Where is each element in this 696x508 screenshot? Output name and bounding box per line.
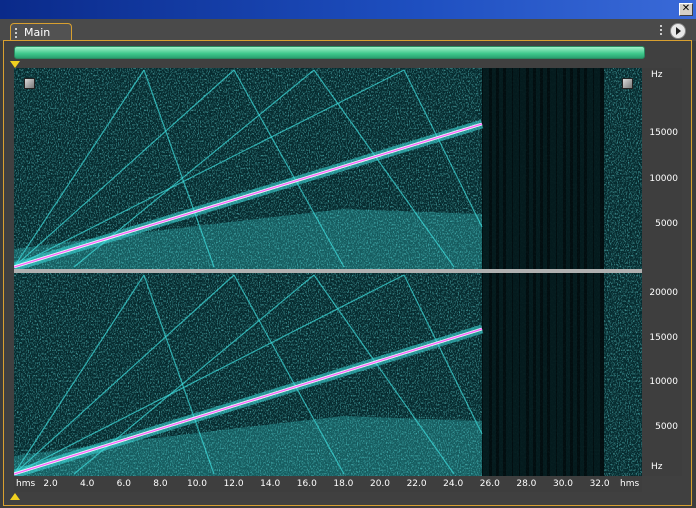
freq-tick: 10000	[649, 377, 678, 387]
hz-unit-top: Hz	[651, 70, 663, 80]
time-tick: 22.0	[406, 479, 427, 489]
grip-icon[interactable]	[15, 28, 21, 38]
play-circle-icon[interactable]	[670, 23, 686, 39]
time-tick: 10.0	[186, 479, 208, 489]
top-channel	[14, 68, 642, 272]
hz-unit-bottom: Hz	[651, 462, 663, 472]
time-tick: 18.0	[333, 479, 354, 489]
bottom-channel	[14, 273, 642, 476]
title-bar: ✕	[0, 0, 696, 19]
time-tick: 4.0	[80, 479, 95, 489]
spectral-display[interactable]	[14, 68, 642, 476]
tab-label: Main	[24, 26, 51, 39]
time-tick: 16.0	[296, 479, 317, 489]
zoom-corner-left[interactable]	[24, 78, 35, 89]
time-unit-left: hms	[16, 479, 36, 489]
playhead-bottom-marker[interactable]	[10, 493, 20, 500]
playhead-top-marker[interactable]	[10, 61, 20, 68]
freq-tick: 15000	[649, 333, 678, 343]
freq-tick: 20000	[649, 288, 678, 298]
time-tick: 30.0	[552, 479, 574, 489]
time-tick: 6.0	[116, 479, 131, 489]
tab-strip: Main	[0, 19, 696, 42]
time-tick: 24.0	[443, 479, 464, 489]
time-tick: 28.0	[516, 479, 537, 489]
freq-tick: 5000	[655, 219, 678, 229]
time-tick: 8.0	[153, 479, 168, 489]
overview-scrollbar[interactable]	[14, 46, 645, 59]
freq-tick: 5000	[655, 422, 678, 432]
time-tick: 2.0	[43, 479, 58, 489]
zoom-corner-right[interactable]	[622, 78, 633, 89]
time-unit-right: hms	[620, 479, 640, 489]
channel-divider	[14, 269, 642, 273]
time-tick: 32.0	[589, 479, 610, 489]
time-tick: 20.0	[369, 479, 391, 489]
freq-tick: 15000	[649, 128, 678, 138]
time-ruler[interactable]: hms hms 2.0 4.0 6.0 8.0 10.0 12.0 14.0 16.0 18.0…	[14, 476, 642, 492]
freq-tick: 10000	[649, 174, 678, 184]
time-tick: 14.0	[260, 479, 281, 489]
time-tick: 12.0	[223, 479, 244, 489]
panel-grip-icon[interactable]	[660, 25, 668, 35]
time-tick: 26.0	[479, 479, 500, 489]
close-icon[interactable]: ✕	[679, 3, 693, 16]
frequency-ruler[interactable]: Hz 15000 10000 5000 20000 15000 10000 50…	[642, 68, 682, 476]
